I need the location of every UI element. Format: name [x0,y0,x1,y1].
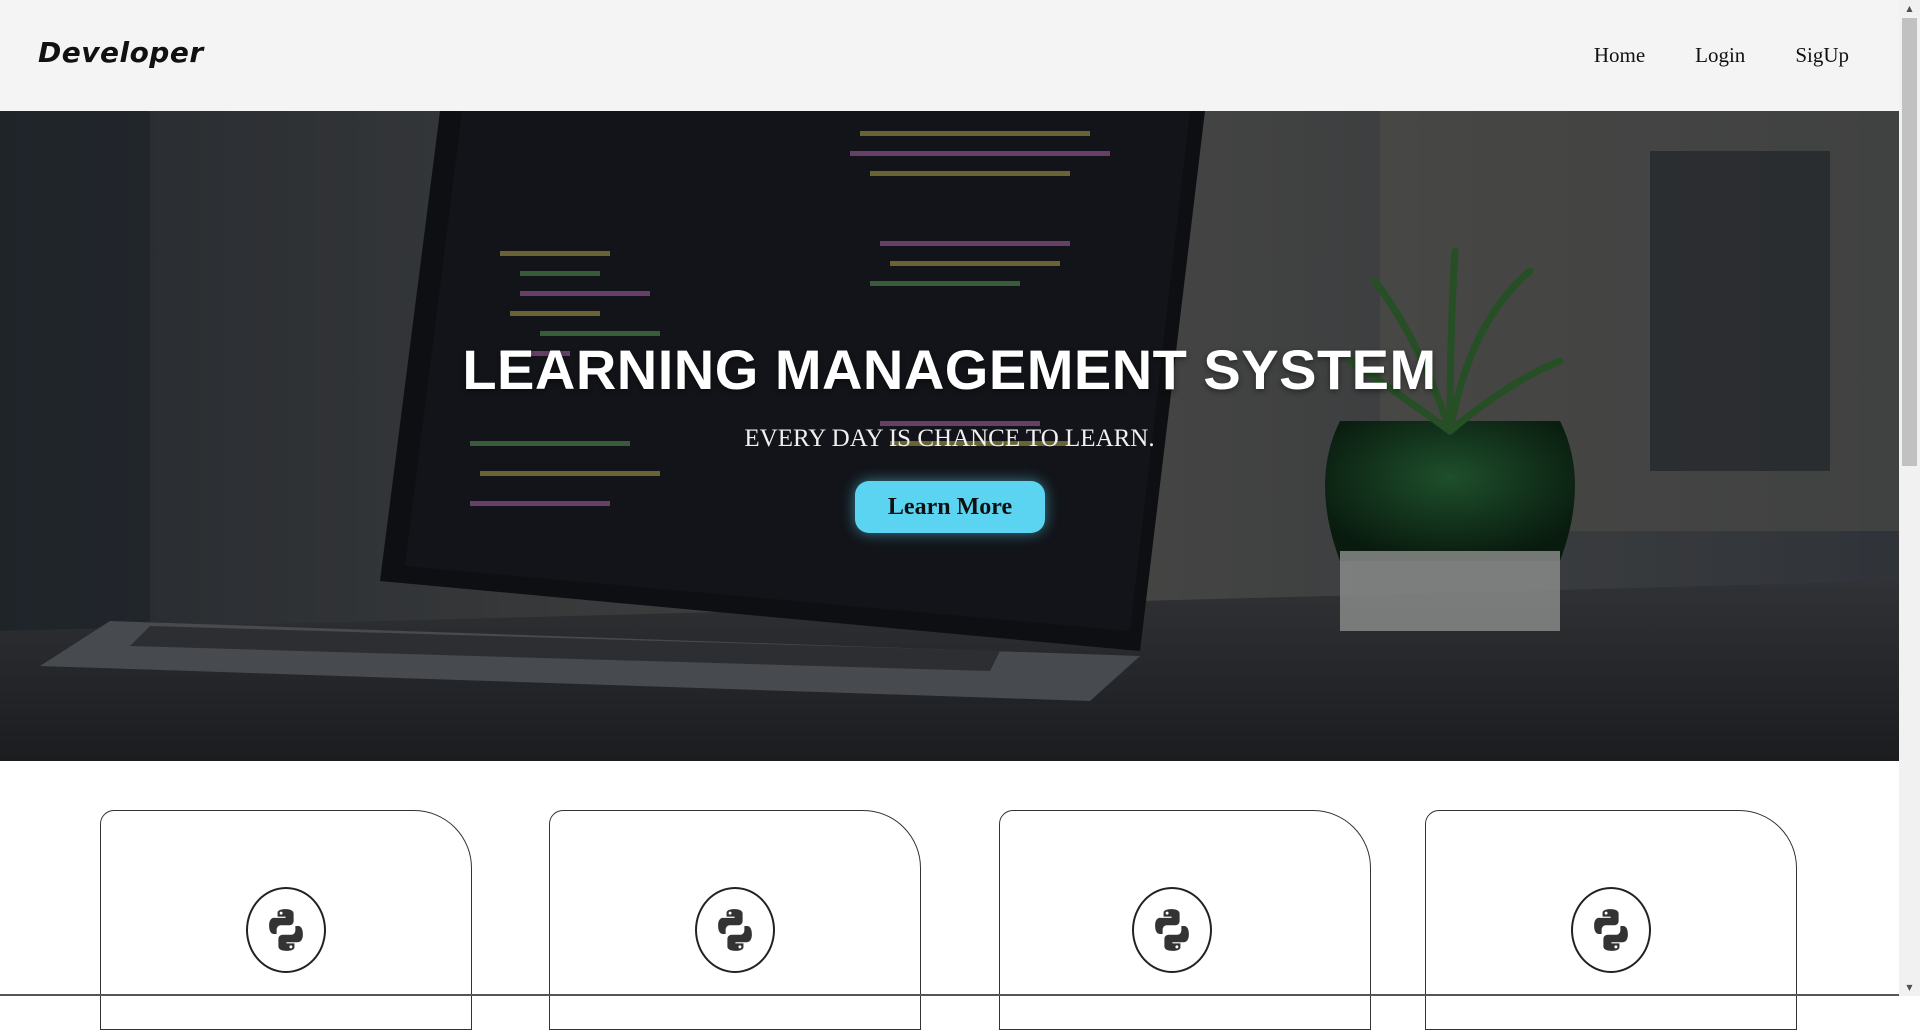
nav-links: Home Login SigUp [1594,43,1849,68]
course-card[interactable] [100,810,472,1030]
nav-login-link[interactable]: Login [1695,43,1745,68]
course-cards [0,761,1899,1030]
scroll-up-arrow-icon[interactable]: ▲ [1899,0,1920,17]
navbar: Developer Home Login SigUp [0,0,1899,111]
python-logo-icon [1571,887,1651,973]
python-logo-icon [695,887,775,973]
hero-section: LEARNING MANAGEMENT SYSTEM EVERY DAY IS … [0,111,1899,761]
python-logo-icon [1132,887,1212,973]
hero-title: LEARNING MANAGEMENT SYSTEM [462,338,1437,401]
python-logo-icon [246,887,326,973]
scroll-down-arrow-icon[interactable]: ▼ [1899,979,1920,996]
course-card[interactable] [999,810,1371,1030]
course-card[interactable] [1425,810,1797,1030]
vertical-scrollbar[interactable]: ▲ ▼ [1899,0,1920,996]
site-logo[interactable]: Developer [38,36,204,69]
hero-subtitle: EVERY DAY IS CHANCE TO LEARN. [744,425,1155,452]
nav-home-link[interactable]: Home [1594,43,1645,68]
scrollbar-thumb[interactable] [1902,18,1917,466]
nav-signup-link[interactable]: SigUp [1795,43,1849,68]
learn-more-button[interactable]: Learn More [855,481,1045,533]
course-card[interactable] [549,810,921,1030]
